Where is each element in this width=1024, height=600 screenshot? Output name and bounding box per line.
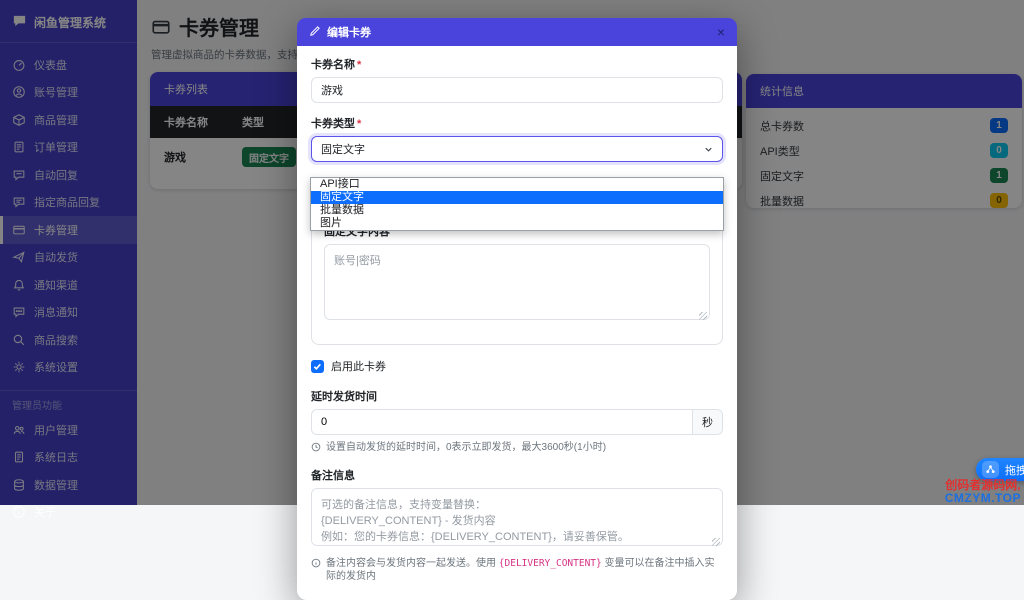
delay-help: 设置自动发货的延时时间，0表示立即发货，最大3600秒(1小时) — [311, 441, 723, 455]
card-type-select[interactable]: 固定文字 — [311, 136, 723, 162]
option-api[interactable]: API接口 — [311, 178, 723, 191]
modal-body: 卡券名称* 卡券类型* 固定文字 API接口 固定文字 批量数据 图片 固定文字… — [297, 46, 737, 600]
pencil-icon — [309, 25, 321, 40]
note-label: 备注信息 — [311, 467, 723, 483]
option-fixed-text[interactable]: 固定文字 — [311, 191, 723, 204]
info-circle-icon — [311, 558, 321, 568]
selected-option: 固定文字 — [321, 141, 365, 157]
option-image[interactable]: 图片 — [311, 217, 723, 230]
edit-card-modal: 编辑卡券 × 卡券名称* 卡券类型* 固定文字 API接口 固定文字 批量数据 … — [297, 18, 737, 600]
fixed-text-textarea[interactable] — [324, 244, 710, 320]
note-textarea[interactable] — [311, 488, 723, 546]
required-asterisk: * — [357, 59, 361, 71]
card-name-label: 卡券名称* — [311, 56, 723, 72]
card-name-input[interactable] — [311, 77, 723, 103]
clock-icon — [311, 442, 321, 452]
check-icon — [313, 362, 322, 371]
delivery-content-code: {DELIVERY_CONTENT} — [499, 558, 602, 569]
delay-unit: 秒 — [692, 410, 722, 434]
delay-label: 延时发货时间 — [311, 388, 723, 404]
option-batch[interactable]: 批量数据 — [311, 204, 723, 217]
watermark-line1: 创码者源码网, — [945, 479, 1021, 492]
enable-label: 启用此卡券 — [331, 358, 386, 374]
modal-title: 编辑卡券 — [327, 24, 371, 40]
enable-card-row: 启用此卡券 — [311, 358, 723, 374]
required-asterisk: * — [357, 118, 361, 130]
delay-input-group: 秒 — [311, 409, 723, 435]
delay-input[interactable] — [312, 410, 692, 434]
share-nodes-icon — [982, 461, 999, 478]
type-dropdown-list: API接口 固定文字 批量数据 图片 — [310, 177, 724, 231]
watermark-line2: CMZYM.TOP — [945, 492, 1021, 505]
note-help: 备注内容会与发货内容一起发送。使用 {DELIVERY_CONTENT} 变量可… — [311, 557, 723, 584]
card-type-label: 卡券类型* — [311, 115, 723, 131]
close-icon[interactable]: × — [717, 25, 725, 39]
enable-checkbox[interactable] — [311, 360, 324, 373]
watermark: 创码者源码网, CMZYM.TOP — [945, 479, 1021, 504]
chevron-down-icon — [703, 144, 714, 155]
info-icon — [12, 505, 26, 519]
modal-header: 编辑卡券 × — [297, 18, 737, 46]
drag-button-label: 拖拽至 — [1005, 462, 1024, 478]
